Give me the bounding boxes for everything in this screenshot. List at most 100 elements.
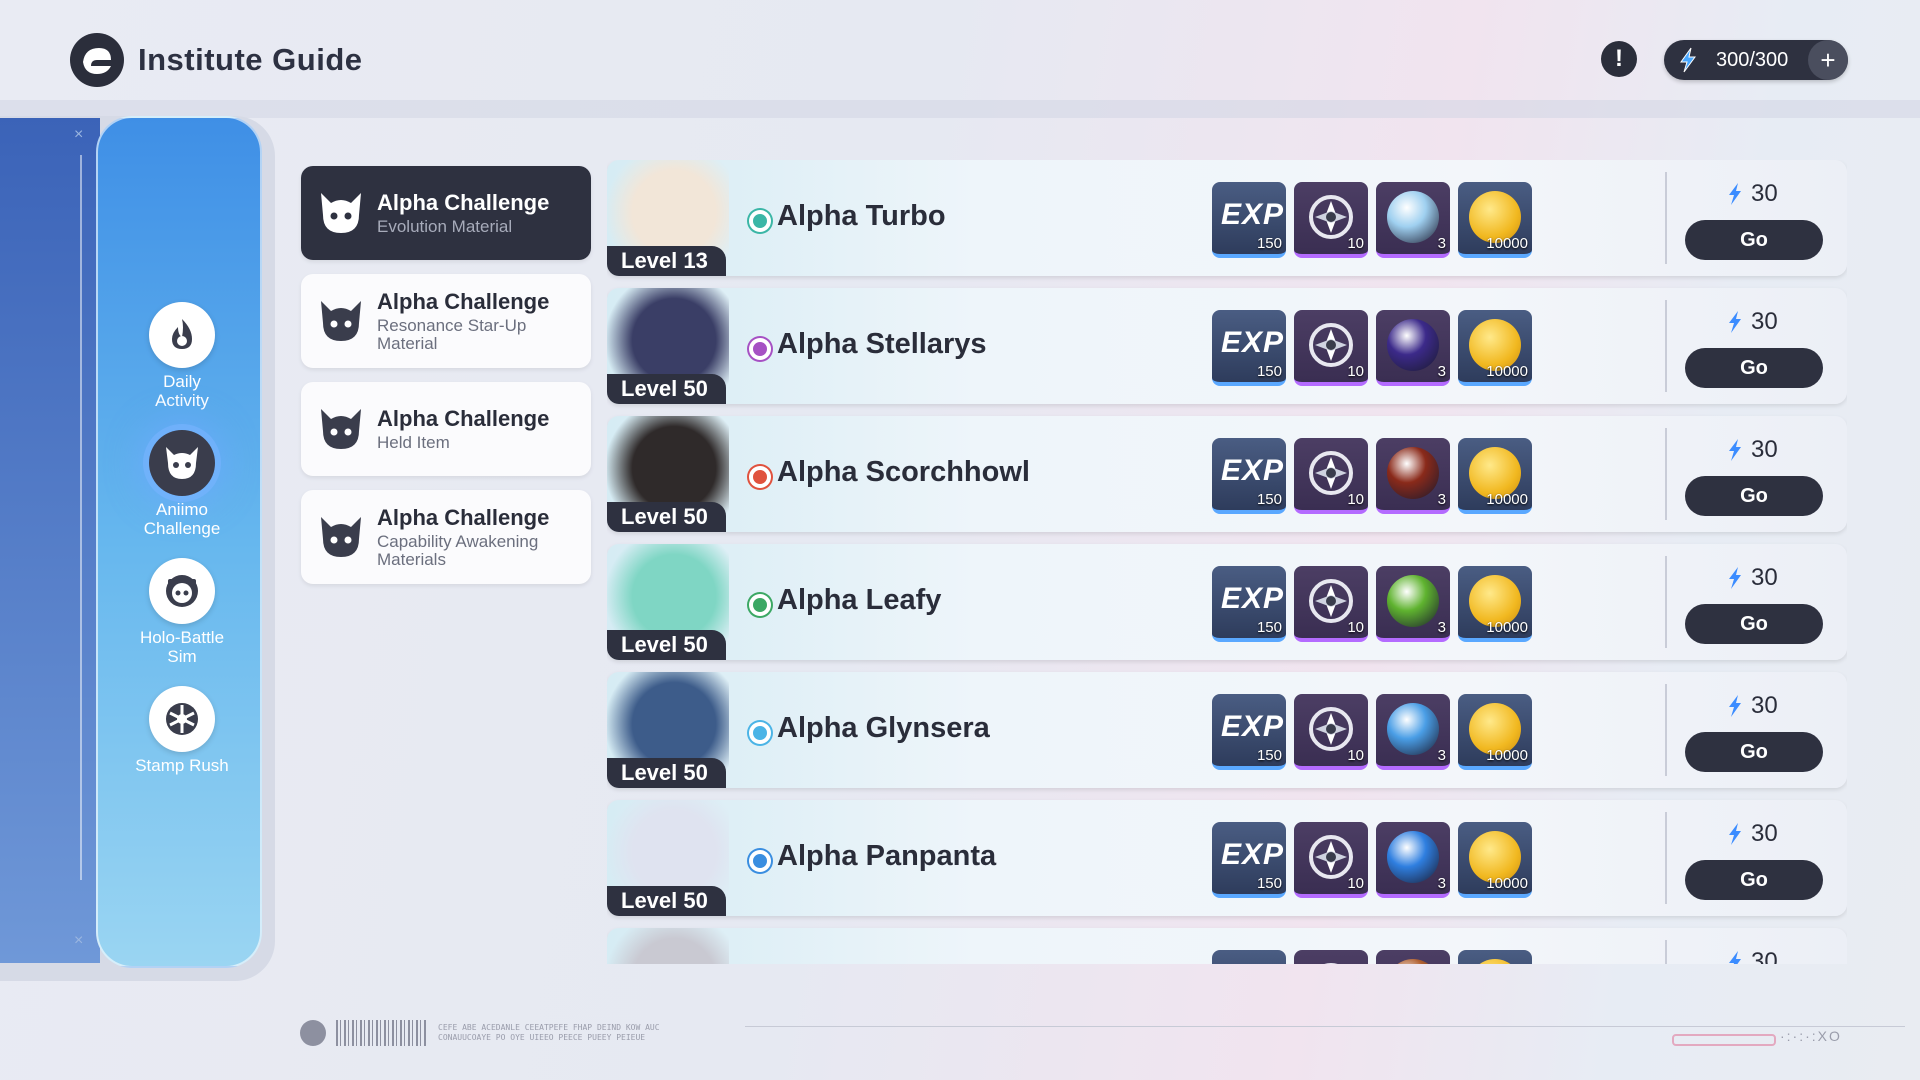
exp-reward[interactable]: EXP: [1212, 950, 1286, 964]
stamina-cost: 30: [1725, 564, 1778, 592]
element-icon: [749, 466, 771, 488]
header-band: [0, 100, 1920, 118]
orb-reward[interactable]: 3: [1376, 822, 1450, 898]
challenge-name: Alpha Panpanta: [777, 840, 997, 872]
cost-value: 30: [1751, 564, 1778, 591]
core-reward[interactable]: [1294, 950, 1368, 964]
category-held-item[interactable]: Alpha Challenge Held Item: [301, 382, 591, 476]
go-button[interactable]: Go: [1685, 604, 1823, 644]
go-button[interactable]: Go: [1685, 732, 1823, 772]
holo-icon: [149, 558, 215, 624]
challenge-row: Level 50 Alpha Glynsera EXP 150 10 3 100…: [607, 672, 1847, 788]
level-badge: Level 50: [607, 630, 726, 660]
category-resonance-star-up[interactable]: Alpha Challenge Resonance Star-Up Materi…: [301, 274, 591, 368]
reward-qty: 3: [1437, 619, 1446, 636]
reward-qty: 10: [1347, 875, 1364, 892]
reward-qty: 150: [1256, 363, 1282, 380]
exp-reward[interactable]: EXP 150: [1212, 694, 1286, 770]
reward-qty: 10: [1347, 491, 1364, 508]
coin-reward[interactable]: 10000: [1458, 822, 1532, 898]
flame-icon: [149, 302, 215, 368]
go-button[interactable]: Go: [1685, 476, 1823, 516]
category-evolution-material[interactable]: Alpha Challenge Evolution Material: [301, 166, 591, 260]
exp-reward[interactable]: EXP 150: [1212, 438, 1286, 514]
back-logo-icon[interactable]: [70, 33, 124, 87]
core-reward[interactable]: 10: [1294, 566, 1368, 642]
orb-reward[interactable]: 3: [1376, 438, 1450, 514]
nav-item-aniimo-challenge[interactable]: Aniimo Challenge: [118, 430, 246, 538]
nav-item-holo-battle-sim[interactable]: Holo-Battle Sim: [118, 558, 246, 666]
core-reward[interactable]: 10: [1294, 694, 1368, 770]
challenge-name: Alpha Glynsera: [777, 712, 990, 744]
orb-reward[interactable]: [1376, 950, 1450, 964]
challenge-name: Alpha Scorchhowl: [777, 456, 1030, 488]
reward-list: EXP 150 10 3 10000: [1212, 310, 1532, 386]
row-divider: [1665, 684, 1667, 776]
core-reward[interactable]: 10: [1294, 438, 1368, 514]
alert-icon[interactable]: !: [1601, 41, 1637, 77]
go-button[interactable]: Go: [1685, 220, 1823, 260]
barcode-logo-icon: [300, 1020, 326, 1046]
nav-item-daily-activity[interactable]: Daily Activity: [118, 302, 246, 410]
coin-reward[interactable]: 10000: [1458, 310, 1532, 386]
orb-reward[interactable]: 3: [1376, 566, 1450, 642]
category-subtitle: Capability Awakening Materials: [377, 532, 539, 569]
go-button[interactable]: Go: [1685, 860, 1823, 900]
category-capability-awakening[interactable]: Alpha Challenge Capability Awakening Mat…: [301, 490, 591, 584]
orb-reward[interactable]: 3: [1376, 182, 1450, 258]
coin-reward[interactable]: [1458, 950, 1532, 964]
exp-reward[interactable]: EXP 150: [1212, 566, 1286, 642]
cost-value: 30: [1751, 692, 1778, 719]
reward-qty: 10: [1347, 619, 1364, 636]
core-reward[interactable]: 10: [1294, 822, 1368, 898]
energy-bolt-icon: [1729, 951, 1741, 964]
row-divider: [1665, 940, 1667, 964]
element-icon: [749, 850, 771, 872]
row-divider: [1665, 300, 1667, 392]
nav-x-top-icon: ×: [74, 126, 84, 143]
row-divider: [1665, 428, 1667, 520]
reward-list: EXP: [1212, 950, 1532, 964]
challenge-list[interactable]: Level 13 Alpha Turbo EXP 150 10 3 10000 …: [607, 160, 1847, 964]
challenge-row: EXP 30 Go: [607, 928, 1847, 964]
core-reward[interactable]: 10: [1294, 182, 1368, 258]
level-badge: Level 50: [607, 758, 726, 788]
core-reward[interactable]: 10: [1294, 310, 1368, 386]
coin-reward[interactable]: 10000: [1458, 182, 1532, 258]
orb-reward[interactable]: 3: [1376, 310, 1450, 386]
coin-reward[interactable]: 10000: [1458, 438, 1532, 514]
reward-qty: 3: [1437, 235, 1446, 252]
exp-reward[interactable]: EXP 150: [1212, 182, 1286, 258]
reward-qty: 3: [1437, 363, 1446, 380]
challenge-row: Level 50 Alpha Panpanta EXP 150 10 3 100…: [607, 800, 1847, 916]
exp-icon: EXP: [1221, 198, 1285, 231]
exp-reward[interactable]: EXP 150: [1212, 822, 1286, 898]
reward-qty: 10: [1347, 747, 1364, 764]
exp-reward[interactable]: EXP 150: [1212, 310, 1286, 386]
element-orb-icon: [1387, 959, 1439, 964]
reward-qty: 3: [1437, 875, 1446, 892]
nav-label-daily-activity: Daily Activity: [155, 372, 209, 410]
header: Institute Guide: [70, 30, 363, 90]
reward-list: EXP 150 10 3 10000: [1212, 822, 1532, 898]
reward-qty: 150: [1256, 747, 1282, 764]
exp-icon: EXP: [1221, 710, 1285, 743]
reward-qty: 10000: [1486, 363, 1528, 380]
reward-qty: 10: [1347, 363, 1364, 380]
exp-icon: EXP: [1221, 838, 1285, 871]
add-stamina-button[interactable]: +: [1808, 40, 1848, 80]
footer-deco-pill: [1672, 1034, 1776, 1046]
footer-divider: [745, 1026, 1905, 1027]
challenge-name: Alpha Leafy: [777, 584, 942, 616]
footer-barcode: CEFE ABE ACEDANLE CEEATPEFE FHAP DEIND K…: [300, 1020, 698, 1046]
cost-value: 30: [1751, 436, 1778, 463]
cost-value: 30: [1751, 308, 1778, 335]
reward-qty: 10000: [1486, 875, 1528, 892]
coin-reward[interactable]: 10000: [1458, 566, 1532, 642]
page-title: Institute Guide: [138, 42, 363, 77]
element-icon: [749, 722, 771, 744]
nav-item-stamp-rush[interactable]: Stamp Rush: [118, 686, 246, 775]
coin-reward[interactable]: 10000: [1458, 694, 1532, 770]
orb-reward[interactable]: 3: [1376, 694, 1450, 770]
go-button[interactable]: Go: [1685, 348, 1823, 388]
